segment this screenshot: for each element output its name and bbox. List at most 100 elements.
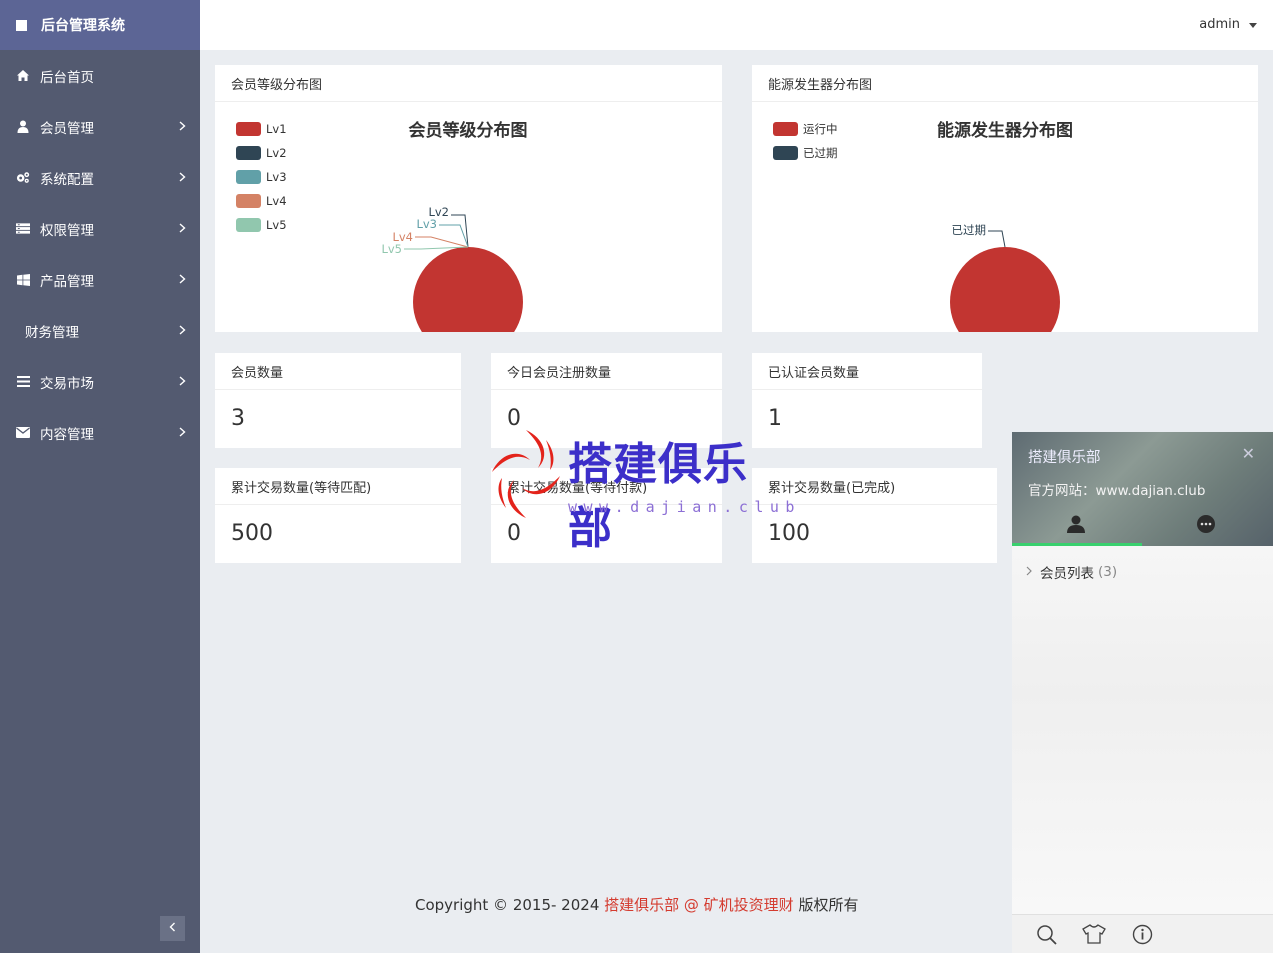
- member-count-panel: 会员数量 3: [215, 353, 461, 448]
- sidebar-item-system-config[interactable]: 系统配置: [0, 152, 200, 203]
- label-leader-line: [988, 230, 1006, 248]
- chevron-right-icon: [1026, 564, 1032, 580]
- legend-swatch[interactable]: [236, 146, 261, 160]
- label-leader-line: [415, 236, 469, 248]
- logo-icon: [16, 19, 27, 31]
- group-label: 会员列表: [1040, 566, 1094, 582]
- copyright-suffix: 版权所有: [793, 896, 859, 914]
- legend-swatch[interactable]: [773, 146, 798, 160]
- sidebar-item-label: 系统配置: [40, 171, 94, 188]
- topbar: admin: [200, 0, 1273, 50]
- sidebar-item-members[interactable]: 会员管理: [0, 101, 200, 152]
- legend-label[interactable]: 运行中: [803, 122, 838, 136]
- chat-widget: 搭建俱乐部 ✕ 官方网站：www.dajian.club 会员列表 (3): [1012, 432, 1273, 953]
- label-leader-line: [451, 214, 469, 248]
- home-icon: [16, 69, 30, 83]
- search-icon[interactable]: [1036, 924, 1058, 950]
- chart-title: 会员等级分布图: [409, 120, 528, 141]
- user-icon: [1066, 515, 1086, 538]
- chat-toolbar: [1012, 914, 1273, 953]
- sidebar-item-content[interactable]: 内容管理: [0, 407, 200, 458]
- caret-down-icon: [1249, 23, 1257, 28]
- bars-icon: [16, 375, 30, 389]
- slice-label: Lv3: [416, 217, 437, 231]
- legend-label[interactable]: Lv4: [266, 194, 287, 208]
- slice-label: 已过期: [952, 223, 987, 237]
- label-leader-line: [439, 224, 469, 248]
- panel-header: 今日会员注册数量: [491, 353, 722, 390]
- stat-value: 0: [507, 521, 521, 546]
- chevron-left-icon: [169, 921, 176, 936]
- watermark-url: www.dajian.club: [568, 498, 801, 516]
- panel-header: 累计交易数量(等待匹配): [215, 468, 461, 505]
- chat-tab-contacts[interactable]: [1066, 514, 1086, 538]
- panel-header: 会员数量: [215, 353, 461, 390]
- member-level-panel: 会员等级分布图 会员等级分布图Lv1Lv2Lv3Lv4Lv5Lv1Lv2Lv3L…: [215, 65, 722, 332]
- chat-site-link[interactable]: 官方网站：www.dajian.club: [1028, 479, 1205, 499]
- legend-swatch[interactable]: [236, 194, 261, 208]
- user-icon: [16, 120, 30, 134]
- chevron-right-icon: [179, 272, 186, 288]
- chevron-right-icon: [179, 221, 186, 237]
- stat-value: 500: [231, 521, 273, 546]
- legend-swatch[interactable]: [236, 170, 261, 184]
- footer-link[interactable]: 搭建俱乐部 @ 矿机投资理财: [604, 896, 794, 914]
- sidebar-item-home[interactable]: 后台首页: [0, 50, 200, 101]
- legend-label[interactable]: Lv3: [266, 170, 287, 184]
- chevron-right-icon: [179, 119, 186, 135]
- legend-label[interactable]: Lv5: [266, 218, 287, 232]
- close-icon[interactable]: ✕: [1242, 444, 1255, 463]
- pie-slice[interactable]: [413, 247, 523, 332]
- legend-swatch[interactable]: [773, 122, 798, 136]
- sidebar-item-label: 内容管理: [40, 426, 94, 443]
- slice-label: Lv5: [381, 242, 402, 256]
- gears-icon: [16, 171, 30, 185]
- footer: Copyright © 2015- 2024 搭建俱乐部 @ 矿机投资理财 版权…: [415, 894, 858, 915]
- list-icon: [16, 222, 30, 236]
- sidebar: 后台管理系统 后台首页 会员管理 系统配置 权限管理 产品管理 财务管理 交易市…: [0, 0, 200, 953]
- sidebar-item-label: 财务管理: [25, 324, 79, 341]
- user-menu[interactable]: admin: [1199, 17, 1257, 32]
- sidebar-item-label: 交易市场: [40, 375, 94, 392]
- chat-bubble-icon: [1196, 515, 1216, 538]
- chevron-right-icon: [179, 425, 186, 441]
- chevron-right-icon: [179, 374, 186, 390]
- chart-title: 能源发生器分布图: [937, 120, 1073, 141]
- sidebar-item-permissions[interactable]: 权限管理: [0, 203, 200, 254]
- stat-value: 3: [231, 406, 245, 431]
- sidebar-item-label: 权限管理: [40, 222, 94, 239]
- watermark-logo-icon: [492, 430, 560, 518]
- sidebar-collapse-button[interactable]: [160, 916, 185, 941]
- app-title: 后台管理系统: [41, 18, 125, 34]
- copyright-text: Copyright © 2015- 2024: [415, 896, 605, 914]
- sidebar-item-finance[interactable]: 财务管理: [0, 305, 200, 356]
- member-level-chart: 会员等级分布图Lv1Lv2Lv3Lv4Lv5Lv1Lv2Lv3Lv4Lv5: [236, 120, 528, 332]
- sidebar-item-products[interactable]: 产品管理: [0, 254, 200, 305]
- member-list-group[interactable]: 会员列表 (3): [1026, 562, 1117, 582]
- legend-swatch[interactable]: [236, 122, 261, 136]
- group-count: (3): [1098, 564, 1118, 580]
- legend-swatch[interactable]: [236, 218, 261, 232]
- panel-header: 已认证会员数量: [752, 353, 982, 390]
- legend-label[interactable]: Lv2: [266, 146, 287, 160]
- info-icon[interactable]: [1132, 924, 1153, 949]
- sidebar-item-label: 产品管理: [40, 273, 94, 290]
- chat-tab-messages[interactable]: [1196, 514, 1216, 538]
- panel-header: 能源发生器分布图: [752, 65, 1258, 102]
- sidebar-item-label: 会员管理: [40, 120, 94, 137]
- legend-label[interactable]: Lv1: [266, 122, 287, 136]
- chevron-right-icon: [179, 323, 186, 339]
- envelope-icon: [16, 426, 30, 440]
- chat-contact-list: 会员列表 (3): [1012, 546, 1273, 914]
- trade-waiting-panel: 累计交易数量(等待匹配) 500: [215, 468, 461, 563]
- panel-header: 会员等级分布图: [215, 65, 722, 102]
- sidebar-item-market[interactable]: 交易市场: [0, 356, 200, 407]
- windows-icon: [16, 273, 30, 287]
- legend-label[interactable]: 已过期: [803, 146, 838, 160]
- chevron-right-icon: [179, 170, 186, 186]
- chat-title: 搭建俱乐部: [1028, 450, 1101, 466]
- generator-panel: 能源发生器分布图 能源发生器分布图运行中已过期运行中已过期: [752, 65, 1258, 332]
- pie-slice[interactable]: [950, 247, 1060, 332]
- app-brand[interactable]: 后台管理系统: [0, 0, 200, 50]
- skin-icon[interactable]: [1082, 924, 1106, 948]
